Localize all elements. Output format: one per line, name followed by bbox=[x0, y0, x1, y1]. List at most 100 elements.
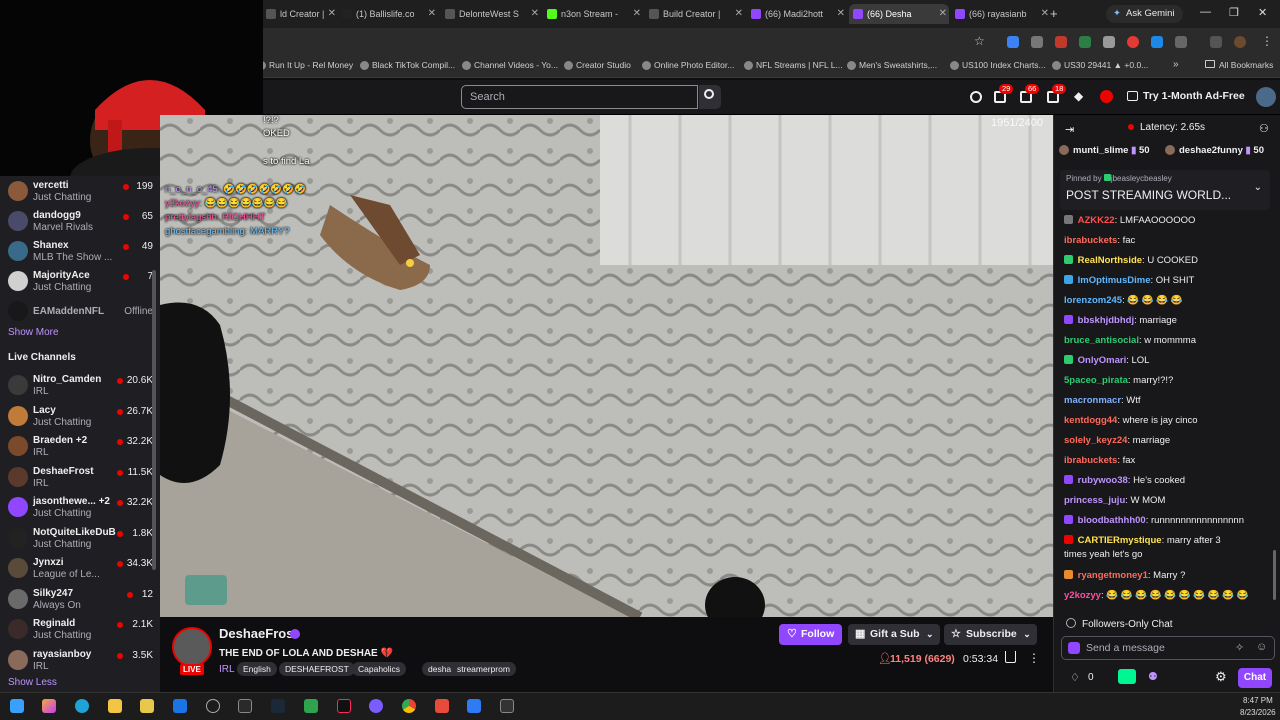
sidebar-channel[interactable]: rayasianboy IRL 3.5K bbox=[8, 647, 153, 677]
browser-tab[interactable]: (66) Madi2hott ✕ bbox=[747, 4, 847, 24]
chat-username[interactable]: macronmacr bbox=[1064, 395, 1121, 406]
chat-message[interactable]: OnlyOmari: LOL bbox=[1064, 355, 1264, 366]
app-icon[interactable] bbox=[140, 699, 154, 713]
new-tab-icon[interactable]: + bbox=[1050, 6, 1058, 21]
sidebar-scrollbar[interactable] bbox=[152, 270, 156, 570]
windows-start-icon[interactable] bbox=[10, 699, 24, 713]
bonus-chest-icon[interactable] bbox=[1118, 669, 1136, 684]
channel-avatar[interactable] bbox=[172, 627, 212, 667]
bookmarks-overflow-icon[interactable]: » bbox=[1173, 59, 1179, 70]
bookmark-item[interactable]: Men's Sweatshirts,... bbox=[847, 60, 937, 70]
crown-icon[interactable] bbox=[970, 91, 982, 103]
chat-message[interactable]: kentdogg44: where is jay cinco bbox=[1064, 415, 1264, 426]
browser-tab[interactable]: (1) Ballislife.co ✕ bbox=[338, 4, 438, 24]
chat-username[interactable]: ibrabuckets bbox=[1064, 455, 1117, 466]
mail-icon[interactable] bbox=[173, 699, 187, 713]
star-icon[interactable]: ☆ bbox=[974, 34, 985, 48]
menu-icon[interactable] bbox=[1210, 36, 1222, 48]
extension-icon[interactable] bbox=[1079, 36, 1091, 48]
sidebar-channel[interactable]: Reginald Just Chatting 2.1K bbox=[8, 616, 153, 646]
edge-icon[interactable] bbox=[75, 699, 89, 713]
all-bookmarks-button[interactable]: All Bookmarks bbox=[1205, 60, 1273, 70]
expand-pinned-icon[interactable]: ⌄ bbox=[1254, 182, 1262, 193]
close-tab-icon[interactable]: ✕ bbox=[939, 4, 947, 24]
pinned-message[interactable]: Pinned by jbeasleycbeasley POST STREAMIN… bbox=[1060, 170, 1270, 210]
collapse-chat-icon[interactable]: ⇥ bbox=[1065, 123, 1074, 136]
browser-tab[interactable]: (66) Desha ✕ bbox=[849, 4, 949, 24]
channel-name[interactable]: DeshaeFrost bbox=[219, 626, 298, 641]
app-icon[interactable] bbox=[304, 699, 318, 713]
chat-message[interactable]: macronmacr: Wtf bbox=[1064, 395, 1264, 406]
extension-icon[interactable] bbox=[1103, 36, 1115, 48]
hype-icon[interactable]: ⚉ bbox=[1148, 670, 1158, 683]
close-tab-icon[interactable]: ✕ bbox=[328, 4, 336, 24]
browser-tab[interactable]: Build Creator | ✕ bbox=[645, 4, 745, 24]
search-button[interactable] bbox=[699, 85, 721, 109]
gift-sub-button[interactable]: ▦ Gift a Sub ⌄ bbox=[848, 624, 940, 645]
chat-username[interactable]: bruce_antisocial bbox=[1064, 335, 1139, 346]
tiktok-icon[interactable] bbox=[337, 699, 351, 713]
browser-tab[interactable]: n3on Stream - ✕ bbox=[543, 4, 643, 24]
stream-category[interactable]: IRL bbox=[219, 664, 235, 675]
taskbar-time[interactable]: 8:47 PM bbox=[1243, 696, 1273, 705]
extension-icon[interactable] bbox=[1127, 36, 1139, 48]
extension-icon[interactable] bbox=[1007, 36, 1019, 48]
sidebar-channel[interactable]: MajorityAce Just Chatting 7 bbox=[8, 268, 153, 298]
puzzle-icon[interactable] bbox=[1175, 36, 1187, 48]
chat-username[interactable]: y2kozyy bbox=[1064, 590, 1101, 601]
app-icon[interactable] bbox=[369, 699, 383, 713]
gift-leaderboard-item[interactable]: munti_slime ▮ 50 bbox=[1059, 145, 1150, 156]
chat-input[interactable]: Send a message ✧ ☺ bbox=[1061, 636, 1275, 660]
chat-send-button[interactable]: Chat bbox=[1238, 668, 1272, 688]
show-more-link[interactable]: Show More bbox=[8, 327, 59, 338]
gift-leaderboard-item[interactable]: deshae2funny ▮ 50 bbox=[1165, 145, 1264, 156]
chat-message[interactable]: 5paceo_pirata: marry!?!? bbox=[1064, 375, 1264, 386]
close-tab-icon[interactable]: ✕ bbox=[735, 4, 743, 24]
share-icon[interactable] bbox=[1005, 651, 1016, 663]
chat-scrollbar[interactable] bbox=[1273, 550, 1276, 600]
sidebar-channel[interactable]: NotQuiteLikeDuB Just Chatting 1.8K bbox=[8, 525, 153, 555]
chat-username[interactable]: 5paceo_pirata bbox=[1064, 375, 1128, 386]
chat-username[interactable]: rubywoo38 bbox=[1078, 475, 1128, 486]
chat-username[interactable]: ryangetmoney1 bbox=[1078, 570, 1148, 581]
extension-icon[interactable] bbox=[1031, 36, 1043, 48]
more-icon[interactable]: ⋮ bbox=[1261, 34, 1273, 48]
sparkle-icon[interactable]: ✧ bbox=[1235, 641, 1244, 654]
search-input[interactable]: Search bbox=[461, 85, 698, 109]
chat-message[interactable]: ImOptimusDime: OH SHIT bbox=[1064, 275, 1264, 286]
ad-free-button[interactable]: Try 1-Month Ad-Free bbox=[1127, 90, 1245, 102]
bookmark-item[interactable]: Channel Videos - Yo... bbox=[462, 60, 558, 70]
settings-gear-icon[interactable]: ⚙ bbox=[1215, 669, 1227, 685]
channel-points-icon[interactable]: ♢ bbox=[1070, 671, 1080, 684]
chat-message[interactable]: bruce_antisocial: w mommma bbox=[1064, 335, 1264, 346]
chat-username[interactable]: RealNorthside bbox=[1078, 255, 1142, 266]
ask-gemini-button[interactable]: ✦ Ask Gemini bbox=[1106, 5, 1183, 23]
close-tab-icon[interactable]: ✕ bbox=[428, 4, 436, 24]
minimize-icon[interactable]: — bbox=[1200, 6, 1211, 18]
chat-message[interactable]: y2kozyy: 😂 😂 😂 😂 😂 😂 😂 😂 😂 😂 bbox=[1064, 590, 1264, 601]
close-tab-icon[interactable]: ✕ bbox=[531, 4, 539, 24]
file-explorer-icon[interactable] bbox=[108, 699, 122, 713]
chat-message[interactable]: princess_juju: W MOM bbox=[1064, 495, 1264, 506]
close-tab-icon[interactable]: ✕ bbox=[1041, 4, 1049, 24]
subscribe-button[interactable]: ☆ Subscribe ⌄ bbox=[944, 624, 1037, 645]
chat-username[interactable]: kentdogg44 bbox=[1064, 415, 1117, 426]
profile-avatar[interactable] bbox=[1234, 36, 1246, 48]
app-icon[interactable] bbox=[467, 699, 481, 713]
chat-username[interactable]: ImOptimusDime bbox=[1078, 275, 1151, 286]
bookmark-item[interactable]: US30 29441 ▲ +0.0... bbox=[1052, 60, 1148, 70]
sidebar-channel[interactable]: EAMaddenNFL Offline bbox=[8, 298, 153, 328]
chat-message[interactable]: ibrabuckets: fac bbox=[1064, 235, 1264, 246]
browser-tab[interactable]: (66) rayasianb ✕ bbox=[951, 4, 1051, 24]
browser-tab[interactable]: DelonteWest S ✕ bbox=[441, 4, 541, 24]
sidebar-channel[interactable]: Jynxzi League of Le... 34.3K bbox=[8, 555, 153, 585]
chat-username[interactable]: solely_keyz24 bbox=[1064, 435, 1127, 446]
bookmark-item[interactable]: Online Photo Editor... bbox=[642, 60, 734, 70]
chat-message[interactable]: lorenzom245: 😂 😂 😂 😂 bbox=[1064, 295, 1264, 306]
chat-username[interactable]: bloodbathhh00 bbox=[1078, 515, 1146, 526]
sidebar-channel[interactable]: Braeden +2 IRL 32.2K bbox=[8, 433, 153, 463]
sidebar-channel[interactable]: dandogg9 Marvel Rivals 65 bbox=[8, 208, 153, 238]
app-icon[interactable] bbox=[206, 699, 220, 713]
app-icon[interactable] bbox=[500, 699, 514, 713]
close-window-icon[interactable]: ✕ bbox=[1258, 6, 1267, 19]
